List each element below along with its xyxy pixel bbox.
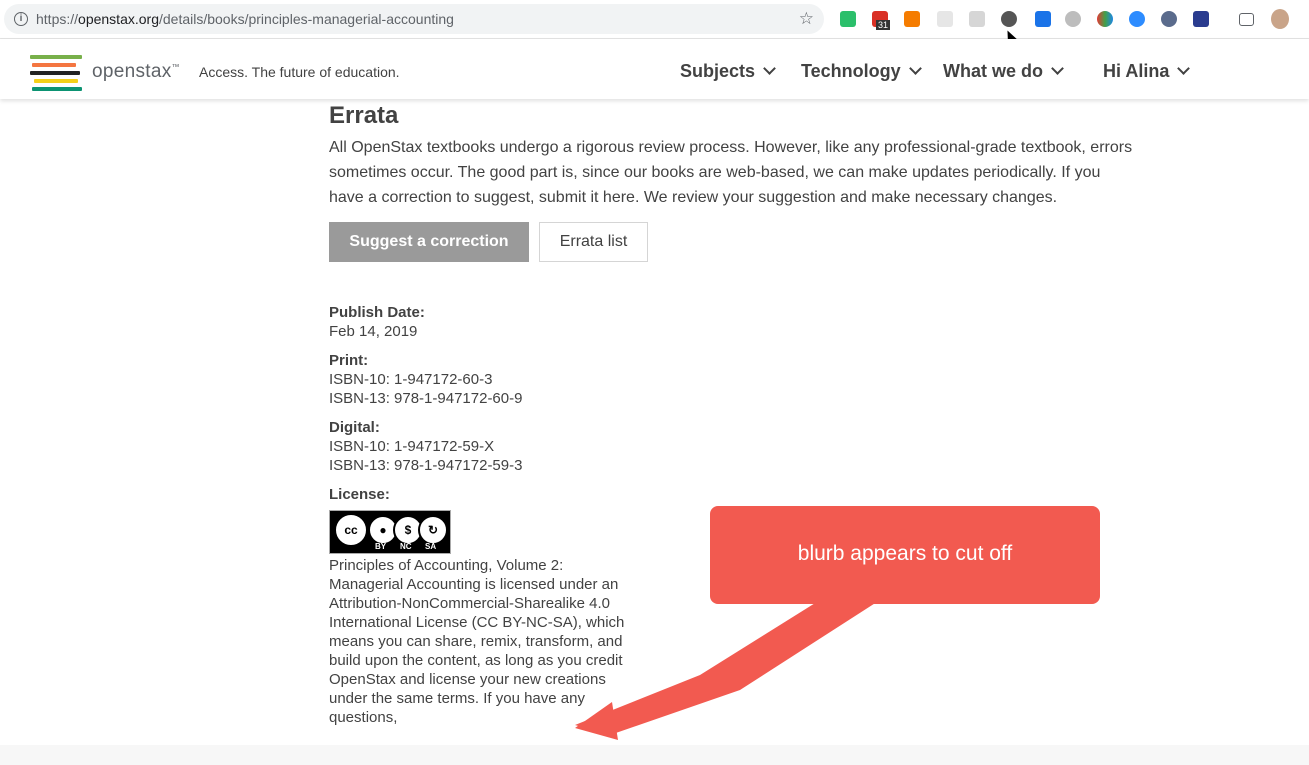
zoom-extension-icon[interactable] [1129,11,1145,27]
page-bottom-edge [0,745,1309,765]
annotation-arrow [575,600,880,740]
chevron-down-icon [1177,62,1191,75]
color-extension-icon[interactable] [1097,11,1113,27]
nav-user-menu[interactable]: Hi Alina [1103,61,1191,82]
nav-technology[interactable]: Technology [801,61,922,82]
cc-license-badge-icon[interactable]: cc ● $ ↻ BY NC SA [329,510,451,554]
annotation-callout: blurb appears to cut off [710,506,1100,604]
errata-heading: Errata [329,102,399,129]
publish-date-label: Publish Date: [329,304,425,321]
digital-label: Digital: [329,419,380,436]
analytics-extension-icon[interactable] [904,11,920,27]
nav-what-we-do[interactable]: What we do [943,61,1064,82]
info-icon[interactable]: i [14,12,28,26]
chevron-down-icon [908,62,922,75]
print-label: Print: [329,352,369,369]
wordpress-extension-icon[interactable] [1001,11,1017,27]
extension-icon[interactable] [1161,11,1177,27]
chat-extension-icon[interactable] [937,11,953,27]
license-blurb: Principles of Accounting, Volume 2: Mana… [329,557,625,726]
digital-isbn13: ISBN-13: 978-1-947172-59-3 [329,457,523,474]
bookmark-star-icon[interactable]: ☆ [799,9,814,29]
suggest-correction-button[interactable]: Suggest a correction [329,222,529,262]
callout-text: blurb appears to cut off [797,542,1013,565]
publish-date-value: Feb 14, 2019 [329,323,418,340]
digital-isbn10: ISBN-10: 1-947172-59-X [329,438,495,455]
print-isbn10: ISBN-10: 1-947172-60-3 [329,371,493,388]
cast-icon[interactable] [1239,13,1254,26]
openstax-logo-icon[interactable] [30,55,84,91]
license-label: License: [329,486,390,503]
errata-description: All OpenStax textbooks undergo a rigorou… [329,139,1133,206]
zotero-extension-icon[interactable] [1193,11,1209,27]
url-text[interactable]: https://openstax.org/details/books/princ… [36,11,454,27]
chevron-down-icon [763,62,776,75]
errata-list-button[interactable]: Errata list [539,222,648,262]
extension-icon[interactable] [969,11,985,27]
address-bar[interactable]: i https://openstax.org/details/books/pri… [4,4,824,34]
logo-wordmark[interactable]: openstax™ [92,61,180,83]
nav-subjects[interactable]: Subjects [680,61,776,82]
tagline: Access. The future of education. [199,64,400,80]
extension-icon[interactable] [840,11,856,27]
site-header: openstax™ Access. The future of educatio… [0,39,1309,99]
eyedropper-extension-icon[interactable] [1035,11,1051,27]
extension-icon[interactable] [1065,11,1081,27]
chevron-down-icon [1051,62,1064,75]
calendar-extension-icon[interactable]: 31 [872,11,891,30]
profile-avatar[interactable] [1271,9,1289,29]
browser-toolbar: i https://openstax.org/details/books/pri… [0,0,1309,44]
print-isbn13: ISBN-13: 978-1-947172-60-9 [329,390,523,407]
